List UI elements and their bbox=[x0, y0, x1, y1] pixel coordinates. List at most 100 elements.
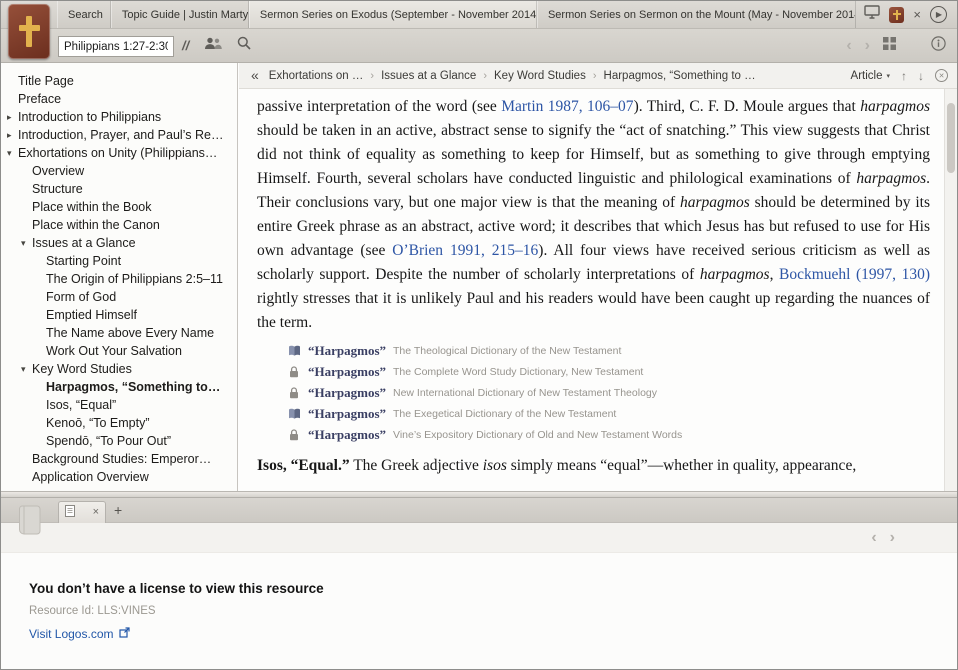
logos-window: Search Topic Guide | Justin Martyr Sermon … bbox=[0, 0, 958, 670]
toc-item-label: Emptied Himself bbox=[46, 308, 137, 322]
dictionary-entry[interactable]: “Harpagmos” The Complete Word Study Dicti… bbox=[287, 361, 930, 382]
toc-item[interactable]: Form of God bbox=[1, 288, 237, 306]
expand-triangle-icon[interactable]: ▸ bbox=[7, 130, 18, 141]
dictionary-entry[interactable]: “Harpagmos” Vine’s Expository Dictionary … bbox=[287, 424, 930, 445]
bottom-tab-strip: × + bbox=[1, 498, 957, 523]
toc-item[interactable]: ▸ Introduction to Philippians bbox=[1, 108, 237, 126]
forward-icon[interactable]: › bbox=[865, 37, 870, 54]
dictionary-source-title: The Exegetical Dictionary of the New Tes… bbox=[393, 407, 617, 420]
toc-item[interactable]: Kenoō, “To Empty” bbox=[1, 414, 237, 432]
toc-item-label: Background Studies: Emperor… bbox=[32, 452, 212, 466]
text-segment: ). Third, C. F. D. Moule argues that bbox=[633, 98, 861, 115]
dictionary-term-link[interactable]: “Harpagmos” bbox=[308, 343, 386, 359]
dictionary-term-link[interactable]: “Harpagmos” bbox=[308, 364, 386, 380]
text-segment: Isos, “Equal.” bbox=[257, 457, 350, 474]
shortcut-tab[interactable]: Topic Guide | Justin Martyr bbox=[111, 1, 249, 28]
toc-item-label: Introduction to Philippians bbox=[18, 110, 162, 124]
toc-item[interactable]: The Origin of Philippians 2:5–11 bbox=[1, 270, 237, 288]
article-next-paragraph: Isos, “Equal.” The Greek adjective isos … bbox=[257, 454, 930, 478]
toc-item[interactable]: Isos, “Equal” bbox=[1, 396, 237, 414]
collapse-sidebar-icon[interactable]: « bbox=[251, 67, 259, 83]
collapse-triangle-icon[interactable]: ▾ bbox=[21, 238, 32, 249]
desktop-monitor-icon[interactable] bbox=[864, 5, 881, 24]
text-segment: rightly stresses that it is unlikely Pau… bbox=[257, 290, 930, 331]
breadcrumb-item[interactable]: Issues at a Glance bbox=[381, 70, 476, 82]
next-article-icon[interactable]: ↓ bbox=[918, 69, 924, 83]
visit-logos-link[interactable]: Visit Logos.com bbox=[29, 627, 130, 641]
back-icon[interactable]: ‹ bbox=[871, 530, 876, 546]
breadcrumb: Exhortations on … › Issues at a Glance › Key… bbox=[269, 70, 841, 82]
toc-item[interactable]: The Name above Every Name bbox=[1, 324, 237, 342]
close-article-icon[interactable]: ✕ bbox=[935, 69, 948, 82]
vertical-scrollbar[interactable] bbox=[944, 89, 957, 491]
citation-link[interactable]: O’Brien 1991, 215–16 bbox=[392, 242, 538, 259]
search-icon[interactable] bbox=[237, 36, 251, 55]
breadcrumb-item[interactable]: Harpagmos, “Something to … bbox=[604, 70, 756, 82]
toc-item-label: Kenoō, “To Empty” bbox=[46, 416, 150, 430]
previous-article-icon[interactable]: ↑ bbox=[901, 69, 907, 83]
external-link-icon bbox=[118, 627, 130, 641]
resource-tab[interactable]: × bbox=[58, 501, 106, 523]
parallel-resources-icon[interactable]: // bbox=[182, 38, 189, 53]
toc-item[interactable]: Application Overview bbox=[1, 468, 237, 486]
citation-link[interactable]: Bockmuehl (1997, 130) bbox=[779, 266, 930, 283]
toc-item-label: Spendō, “To Pour Out” bbox=[46, 434, 172, 448]
shortcut-tab[interactable]: Sermon Series on Exodus (September - Nov… bbox=[248, 1, 537, 28]
toc-item[interactable]: Starting Point bbox=[1, 252, 237, 270]
text-segment: The Greek adjective bbox=[349, 457, 483, 474]
breadcrumb-item[interactable]: Exhortations on … bbox=[269, 70, 364, 82]
close-icon[interactable]: × bbox=[913, 8, 921, 21]
toc-item[interactable]: Emptied Himself bbox=[1, 306, 237, 324]
dictionary-entry[interactable]: “Harpagmos” New International Dictionary … bbox=[287, 382, 930, 403]
reference-input[interactable] bbox=[58, 36, 174, 57]
dictionary-source-title: The Complete Word Study Dictionary, New … bbox=[393, 365, 644, 378]
chevron-down-icon: ▾ bbox=[886, 72, 890, 80]
dictionary-term-link[interactable]: “Harpagmos” bbox=[308, 427, 386, 443]
toc-item[interactable]: Structure bbox=[1, 180, 237, 198]
breadcrumb-item[interactable]: Key Word Studies bbox=[494, 70, 586, 82]
dictionary-term-link[interactable]: “Harpagmos” bbox=[308, 385, 386, 401]
new-tab-icon[interactable]: + bbox=[114, 502, 122, 518]
scrollbar-thumb[interactable] bbox=[947, 103, 955, 173]
toc-item[interactable]: ▸ Introduction, Prayer, and Paul’s Re… bbox=[1, 126, 237, 144]
cross-glyph-vertical bbox=[26, 16, 32, 47]
play-icon[interactable]: ▶ bbox=[930, 6, 947, 23]
dictionary-source-title: The Theological Dictionary of the New Te… bbox=[393, 344, 622, 357]
panel-splitter[interactable] bbox=[1, 491, 957, 498]
back-icon[interactable]: ‹ bbox=[846, 37, 851, 54]
dictionary-term-link[interactable]: “Harpagmos” bbox=[308, 406, 386, 422]
toc-item[interactable]: Background Studies: Emperor… bbox=[1, 450, 237, 468]
info-icon[interactable] bbox=[931, 35, 946, 56]
collapse-triangle-icon[interactable]: ▾ bbox=[21, 364, 32, 375]
toc-list: Title Page Preface ▸ Introduction to Philip… bbox=[1, 72, 237, 486]
toc-item[interactable]: Title Page bbox=[1, 72, 237, 90]
shortcut-tab[interactable]: Sermon Series on Sermon on the Mount (Ma… bbox=[537, 1, 857, 28]
toc-item[interactable]: Overview bbox=[1, 162, 237, 180]
dictionary-entry[interactable]: “Harpagmos” The Theological Dictionary of… bbox=[287, 340, 930, 361]
toc-item[interactable]: Preface bbox=[1, 90, 237, 108]
toc-item[interactable]: ▾ Key Word Studies bbox=[1, 360, 237, 378]
forward-icon[interactable]: › bbox=[890, 530, 895, 546]
layouts-grid-icon[interactable] bbox=[883, 36, 896, 55]
shortcut-tab[interactable]: Search bbox=[57, 1, 111, 28]
dictionary-entry[interactable]: “Harpagmos” The Exegetical Dictionary of … bbox=[287, 403, 930, 424]
toc-item-label: Preface bbox=[18, 92, 62, 106]
document-tab-icon[interactable] bbox=[889, 6, 905, 23]
citation-link[interactable]: Martin 1987, 106–07 bbox=[501, 98, 633, 115]
view-mode-dropdown[interactable]: Article ▾ bbox=[851, 70, 890, 82]
lock-icon bbox=[287, 428, 301, 441]
community-icon[interactable] bbox=[204, 37, 223, 55]
app-logo-icon[interactable] bbox=[8, 4, 50, 59]
expand-triangle-icon[interactable]: ▸ bbox=[7, 112, 18, 123]
close-tab-icon[interactable]: × bbox=[93, 507, 99, 518]
toc-item[interactable]: ▾ Issues at a Glance bbox=[1, 234, 237, 252]
book-icon bbox=[287, 408, 301, 420]
toc-item[interactable]: Work Out Your Salvation bbox=[1, 342, 237, 360]
toc-item[interactable]: ▾ Exhortations on Unity (Philippians… bbox=[1, 144, 237, 162]
toc-item[interactable]: Place within the Book bbox=[1, 198, 237, 216]
toc-item[interactable]: Spendō, “To Pour Out” bbox=[1, 432, 237, 450]
collapse-triangle-icon[interactable]: ▾ bbox=[7, 148, 18, 159]
toc-item[interactable]: Harpagmos, “Something to… bbox=[1, 378, 237, 396]
toc-item[interactable]: Place within the Canon bbox=[1, 216, 237, 234]
text-segment: , bbox=[769, 266, 780, 283]
